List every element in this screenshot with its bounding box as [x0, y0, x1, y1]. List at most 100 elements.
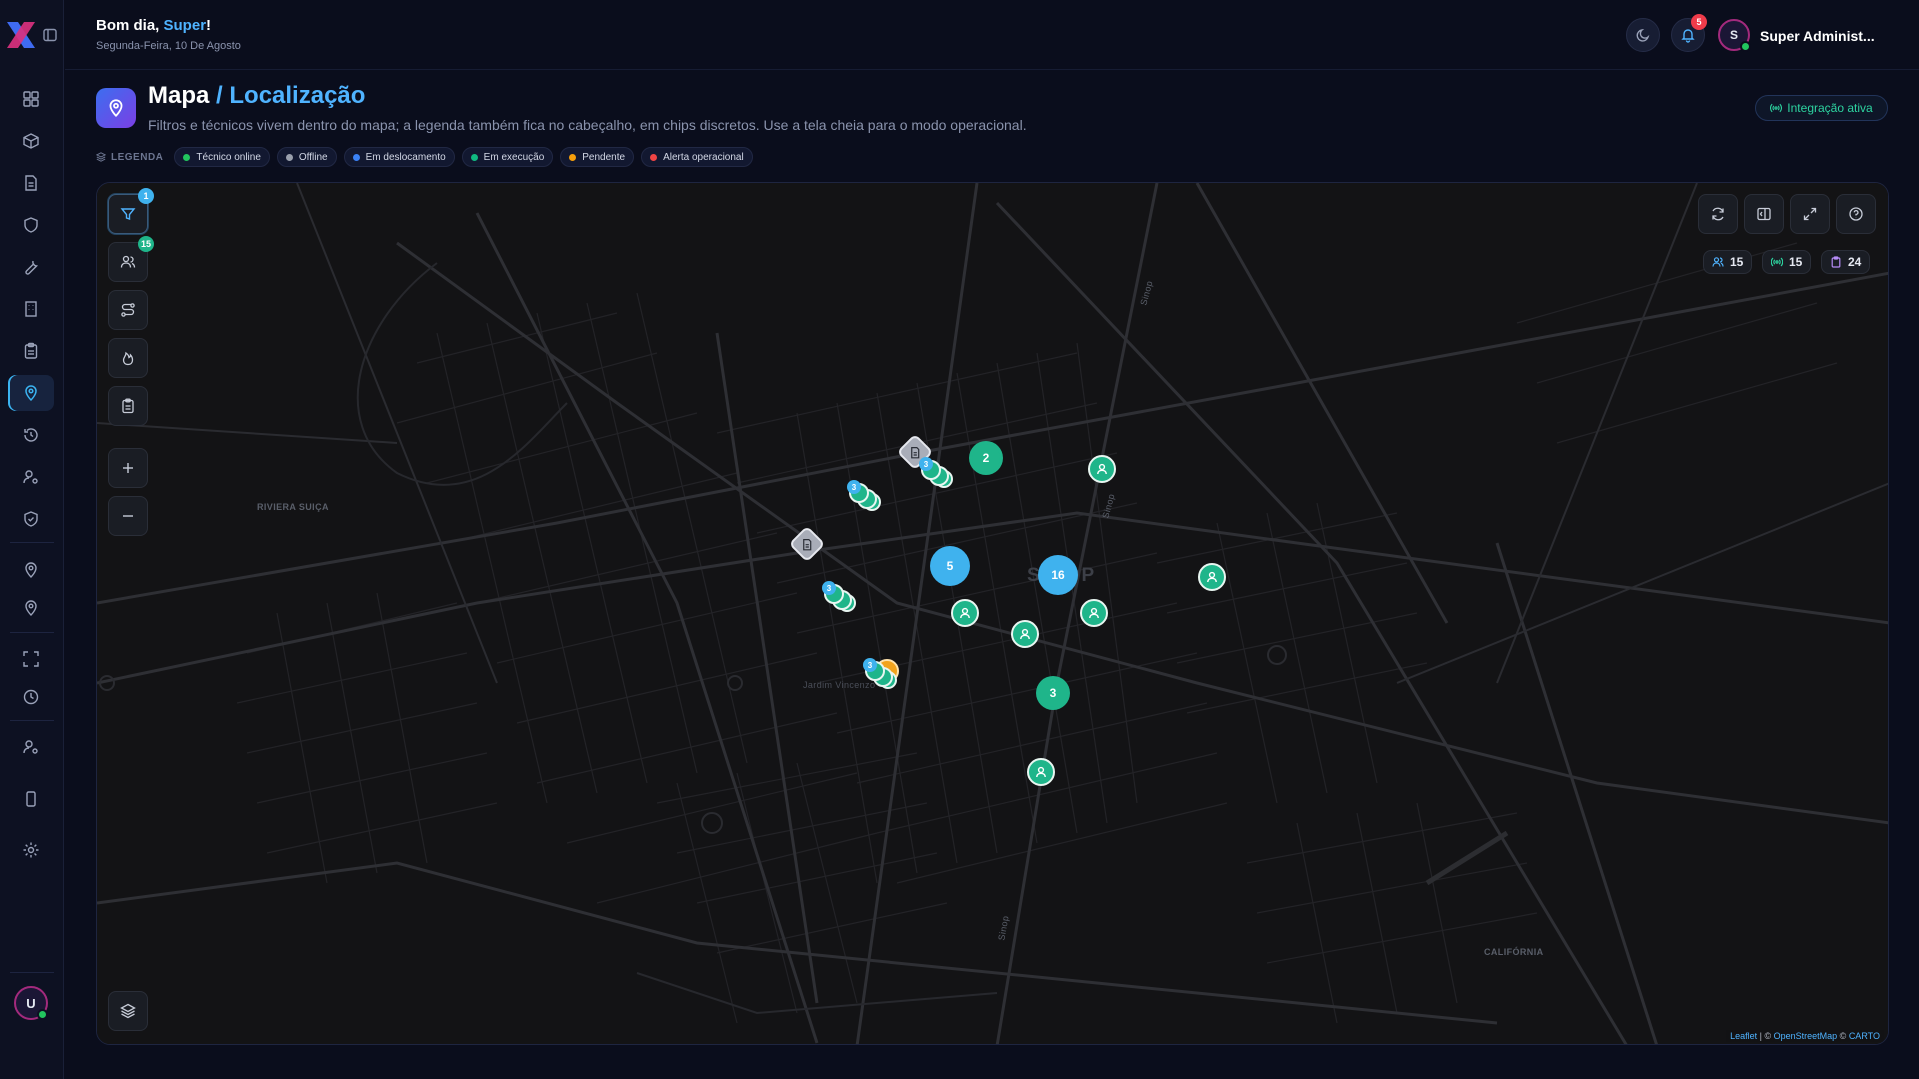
- current-date: Segunda-Feira, 10 De Agosto: [96, 40, 241, 52]
- sidebar-item-schedule[interactable]: [8, 679, 54, 715]
- map-pin-icon: [109, 99, 123, 118]
- heatmap-button[interactable]: [108, 338, 148, 378]
- sidebar-item-team[interactable]: [8, 729, 54, 765]
- sidebar-item-scan[interactable]: [8, 641, 54, 677]
- sidebar-divider: [10, 720, 54, 721]
- cluster-marker[interactable]: 2: [969, 441, 1003, 475]
- legend-chip-pending[interactable]: Pendente: [560, 147, 635, 167]
- sidebar-item-permissions[interactable]: [8, 501, 54, 537]
- maximize-icon: [1803, 207, 1817, 221]
- layers-button[interactable]: [108, 991, 148, 1031]
- user-icon: [960, 607, 970, 619]
- history-icon: [24, 428, 38, 442]
- group-count-badge: 3: [919, 457, 933, 471]
- technician-marker[interactable]: [1027, 758, 1055, 786]
- neighborhood-label: CALIFÓRNIA: [1484, 947, 1544, 957]
- sidebar-item-devices[interactable]: [8, 781, 54, 817]
- header-user-avatar[interactable]: S: [1718, 19, 1751, 52]
- file-icon: [803, 538, 812, 550]
- sidebar-item-inventory[interactable]: [8, 123, 54, 159]
- map-tiles[interactable]: [97, 183, 1889, 1045]
- legend-dot: [650, 153, 658, 161]
- technician-group-marker[interactable]: 3: [919, 457, 955, 490]
- sidebar-item-orders[interactable]: [8, 333, 54, 369]
- user-icon: [1036, 766, 1046, 778]
- technician-marker[interactable]: [1088, 455, 1116, 483]
- layers-icon: [96, 152, 106, 162]
- cluster-marker[interactable]: 16: [1038, 555, 1078, 595]
- refresh-button[interactable]: [1698, 194, 1738, 234]
- map-container[interactable]: RIVIERA SUIÇA CALIFÓRNIA SINOP Sinop Sin…: [96, 182, 1889, 1045]
- orders-count-chip[interactable]: 24: [1821, 250, 1871, 274]
- cluster-marker[interactable]: 5: [930, 546, 970, 586]
- fullscreen-button[interactable]: [1790, 194, 1830, 234]
- signals-count-chip[interactable]: 15: [1762, 250, 1812, 274]
- neighborhood-label: RIVIERA SUIÇA: [257, 502, 329, 512]
- zoom-in-button[interactable]: [108, 448, 148, 488]
- sidebar-item-tools[interactable]: [8, 249, 54, 285]
- legend-chip-executing[interactable]: Em execução: [461, 147, 554, 167]
- help-button[interactable]: [1836, 194, 1876, 234]
- technician-marker[interactable]: [1080, 599, 1108, 627]
- technician-group-marker[interactable]: 3: [863, 658, 899, 691]
- map-pin-icon: [25, 385, 37, 402]
- legend-label: LEGENDA: [96, 152, 163, 163]
- technician-group-marker[interactable]: 3: [822, 581, 858, 614]
- sidebar-item-geofences[interactable]: [8, 590, 54, 626]
- legend-dot: [470, 153, 478, 161]
- orders-button[interactable]: [108, 386, 148, 426]
- legend-chip-alert[interactable]: Alerta operacional: [641, 147, 753, 167]
- sidebar-item-buildings[interactable]: [8, 291, 54, 327]
- technicians-button[interactable]: 15: [108, 236, 154, 282]
- group-count-badge: 3: [822, 581, 836, 595]
- sidebar-item-dashboard[interactable]: [8, 81, 54, 117]
- legend-chip-moving[interactable]: Em deslocamento: [343, 147, 455, 167]
- sidebar-item-history[interactable]: [8, 417, 54, 453]
- routes-button[interactable]: [108, 290, 148, 330]
- bell-icon: [1681, 29, 1695, 43]
- help-icon: [1849, 207, 1863, 221]
- legend-chip-offline[interactable]: Offline: [276, 147, 337, 167]
- zoom-out-button[interactable]: [108, 496, 148, 536]
- sidebar-item-map[interactable]: [8, 375, 54, 411]
- sidebar-item-security[interactable]: [8, 207, 54, 243]
- notifications-button[interactable]: 5: [1671, 14, 1707, 52]
- cluster-marker[interactable]: 3: [1036, 676, 1070, 710]
- sidebar-divider: [10, 542, 54, 543]
- file-icon: [911, 446, 920, 458]
- theme-toggle-button[interactable]: [1626, 18, 1660, 52]
- technician-group-marker[interactable]: 3: [847, 480, 883, 513]
- filter-button[interactable]: 1: [108, 188, 154, 234]
- toggle-panel-button[interactable]: [1744, 194, 1784, 234]
- leaflet-link[interactable]: Leaflet: [1730, 1031, 1757, 1041]
- osm-link[interactable]: OpenStreetMap: [1774, 1031, 1838, 1041]
- group-count-badge: 3: [863, 658, 877, 672]
- top-header: Bom dia, Super! Segunda-Feira, 10 De Ago…: [65, 0, 1919, 70]
- flame-icon: [122, 351, 134, 366]
- sidebar-item-users[interactable]: [8, 459, 54, 495]
- sidebar-item-settings[interactable]: [8, 832, 54, 868]
- technician-marker[interactable]: [1198, 563, 1226, 591]
- header-avatar-initial: S: [1729, 28, 1738, 42]
- brand-logo[interactable]: [4, 18, 38, 52]
- signals-count: 15: [1789, 255, 1803, 269]
- minus-icon: [123, 515, 133, 517]
- sidebar-item-documents[interactable]: [8, 165, 54, 201]
- technician-marker[interactable]: [1011, 620, 1039, 648]
- header-user-name[interactable]: Super Administ...: [1760, 28, 1885, 44]
- clock-icon: [23, 689, 39, 705]
- route-icon: [121, 303, 135, 317]
- legend-chip-online[interactable]: Técnico online: [174, 147, 270, 167]
- page-title: Mapa / Localização: [148, 82, 365, 110]
- integration-status-badge[interactable]: Integração ativa: [1755, 95, 1888, 121]
- sidebar-item-locations[interactable]: [8, 552, 54, 588]
- shield-check-icon: [24, 511, 38, 527]
- map-legend: LEGENDA Técnico online Offline Em desloc…: [96, 147, 753, 167]
- carto-link[interactable]: CARTO: [1849, 1031, 1880, 1041]
- collapse-sidebar-icon[interactable]: [42, 27, 58, 43]
- filter-badge: 1: [138, 188, 154, 204]
- sidebar-user-avatar[interactable]: U: [14, 986, 48, 1020]
- technician-marker[interactable]: [951, 599, 979, 627]
- clipboard-icon: [122, 398, 134, 414]
- technicians-count-chip[interactable]: 15: [1703, 250, 1753, 274]
